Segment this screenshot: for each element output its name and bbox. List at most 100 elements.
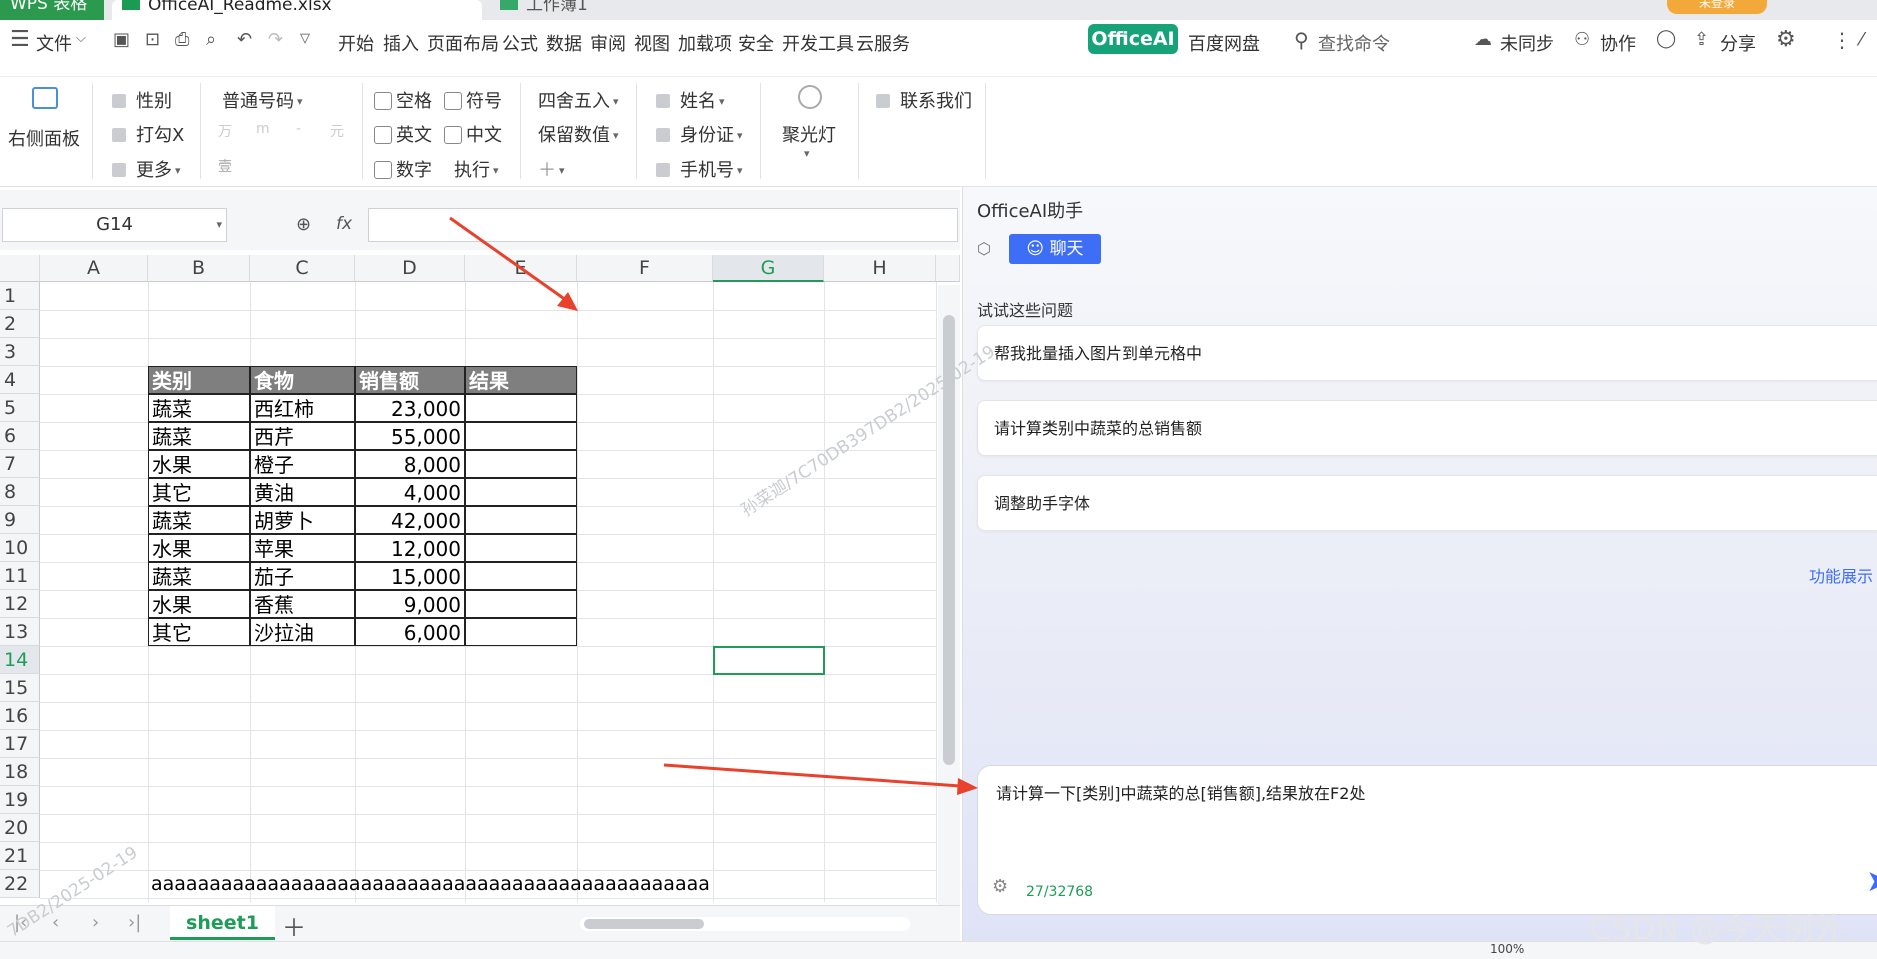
table-cell[interactable]: 其它 [148, 618, 250, 646]
table-result-cell[interactable] [465, 478, 577, 506]
table-cell[interactable]: 蔬菜 [148, 562, 250, 590]
export-pdf-icon[interactable]: ⊡ [145, 29, 160, 50]
zoom-level[interactable]: 100% [1490, 942, 1524, 956]
chat-input-text[interactable]: 请计算一下[类别]中蔬菜的总[销售额],结果放在F2处 [996, 780, 1365, 804]
file-tab-workbook1[interactable]: 工作簿1 [490, 0, 770, 20]
collab-button[interactable]: 协作 [1600, 30, 1636, 56]
id-card-dropdown[interactable]: 身份证 ▾ [656, 121, 743, 147]
menu-item-view[interactable]: 视图 [634, 30, 670, 56]
row-header-2[interactable]: 2 [0, 310, 40, 338]
table-cell[interactable]: 42,000 [355, 506, 465, 534]
spotlight-button[interactable]: 聚光灯 [782, 121, 836, 147]
column-header-e[interactable]: E [465, 255, 577, 282]
menu-item-cloud[interactable]: 云服务 [856, 30, 910, 56]
table-cell[interactable]: 12,000 [355, 534, 465, 562]
chevron-down-icon[interactable]: ⌵ [76, 31, 86, 46]
search-icon[interactable]: ⚲ [1294, 28, 1309, 52]
more-button[interactable]: 更多 ▾ [112, 156, 181, 182]
table-header-cell[interactable]: 食物 [250, 366, 355, 394]
unit-dash-icon[interactable]: - [296, 121, 301, 137]
spreadsheet-grid[interactable]: A B C D E F G H 1 2 3 4 5 6 7 8 9 10 11 12 13 14 15 16 1… [0, 255, 960, 910]
table-result-cell[interactable] [465, 394, 577, 422]
table-cell[interactable]: 苹果 [250, 534, 355, 562]
chevron-down-icon[interactable]: ▾ [216, 209, 222, 241]
table-result-cell[interactable] [465, 618, 577, 646]
share-button[interactable]: 分享 [1720, 30, 1756, 56]
row-header-7[interactable]: 7 [0, 450, 40, 478]
redo-icon[interactable]: ↷ [268, 29, 283, 50]
checkbox-box[interactable] [374, 92, 392, 110]
table-cell[interactable]: 西红柿 [250, 394, 355, 422]
sync-status[interactable]: 未同步 [1500, 30, 1554, 56]
row-header-6[interactable]: 6 [0, 422, 40, 450]
table-cell[interactable]: 其它 [148, 478, 250, 506]
table-cell[interactable]: 胡萝卜 [250, 506, 355, 534]
add-dropdown[interactable]: ＋ ▾ [538, 156, 565, 182]
table-cell[interactable]: 8,000 [355, 450, 465, 478]
row-header-21[interactable]: 21 [0, 842, 40, 870]
table-cell[interactable]: 橙子 [250, 450, 355, 478]
table-cell[interactable]: 蔬菜 [148, 506, 250, 534]
print-icon[interactable]: ⎙ [175, 29, 189, 50]
dropdown-caret-icon[interactable]: ▾ [804, 147, 810, 160]
search-command-input[interactable]: 查找命令 [1318, 30, 1390, 56]
space-checkbox[interactable]: 空格 [374, 87, 432, 113]
next-sheet-icon[interactable]: › [92, 912, 99, 933]
customize-dropdown-icon[interactable]: ▽ [300, 31, 310, 46]
name-dropdown[interactable]: 姓名 ▾ [656, 87, 725, 113]
unit-yuan-icon[interactable]: 元 [330, 121, 344, 141]
row-header-11[interactable]: 11 [0, 562, 40, 590]
row-header-19[interactable]: 19 [0, 786, 40, 814]
round-dropdown[interactable]: 四舍五入 ▾ [538, 87, 619, 113]
last-sheet-icon[interactable]: ›| [128, 912, 141, 933]
table-cell[interactable]: 4,000 [355, 478, 465, 506]
save-icon[interactable]: ▣ [113, 29, 130, 50]
menu-item-review[interactable]: 审阅 [590, 30, 626, 56]
checkbox-box[interactable] [374, 126, 392, 144]
selected-cell-g14[interactable] [713, 646, 825, 675]
suggestion-card-insert-images[interactable]: 帮我批量插入图片到单元格中 [977, 325, 1877, 381]
print-preview-icon[interactable]: ⌕ [206, 29, 216, 50]
cell-b22[interactable]: aaaaaaaaaaaaaaaaaaaaaaaaaaaaaaaaaaaaaaaa… [148, 870, 713, 898]
row-header-4[interactable]: 4 [0, 366, 40, 394]
formula-input[interactable] [368, 208, 958, 242]
unit-m-icon[interactable]: m [256, 121, 270, 137]
table-cell[interactable]: 蔬菜 [148, 422, 250, 450]
row-header-17[interactable]: 17 [0, 730, 40, 758]
table-cell[interactable]: 15,000 [355, 562, 465, 590]
column-header-b[interactable]: B [148, 255, 250, 282]
menu-item-data[interactable]: 数据 [546, 30, 582, 56]
send-icon[interactable]: ➤ [1866, 864, 1877, 899]
menu-item-addins[interactable]: 加载项 [678, 30, 732, 56]
menu-item-security[interactable]: 安全 [738, 30, 774, 56]
menu-item-insert[interactable]: 插入 [383, 30, 419, 56]
table-result-cell[interactable] [465, 590, 577, 618]
table-cell[interactable]: 55,000 [355, 422, 465, 450]
row-header-12[interactable]: 12 [0, 590, 40, 618]
more-vertical-icon[interactable]: ⋮ [1832, 28, 1852, 52]
table-cell[interactable]: 香蕉 [250, 590, 355, 618]
table-cell[interactable]: 西芹 [250, 422, 355, 450]
checkbox-box[interactable] [444, 92, 462, 110]
cube-icon[interactable]: ⬡ [977, 239, 991, 258]
sheet-tab-sheet1[interactable]: sheet1 [170, 906, 275, 940]
table-cell[interactable]: 水果 [148, 590, 250, 618]
row-header-10[interactable]: 10 [0, 534, 40, 562]
row-header-5[interactable]: 5 [0, 394, 40, 422]
table-cell[interactable]: 水果 [148, 534, 250, 562]
settings-gear-icon[interactable]: ⚙ [992, 876, 1008, 897]
chinese-checkbox[interactable]: 中文 [444, 121, 502, 147]
login-button[interactable]: 未登录 [1667, 0, 1767, 14]
gender-button[interactable]: 性别 [112, 87, 172, 113]
table-result-cell[interactable] [465, 506, 577, 534]
menu-item-officeai[interactable]: OfficeAI [1088, 24, 1178, 54]
share-icon[interactable]: ⇪ [1694, 29, 1709, 50]
column-header-a[interactable]: A [40, 255, 148, 282]
symbol-checkbox[interactable]: 符号 [444, 87, 502, 113]
table-header-cell[interactable]: 销售额 [355, 366, 465, 394]
collab-user-icon[interactable]: ⚇ [1574, 29, 1590, 50]
hamburger-icon[interactable]: ☰ [10, 27, 30, 52]
select-all-corner[interactable] [0, 255, 40, 282]
table-cell[interactable]: 沙拉油 [250, 618, 355, 646]
feature-showcase-link[interactable]: 功能展示 [1809, 563, 1873, 587]
